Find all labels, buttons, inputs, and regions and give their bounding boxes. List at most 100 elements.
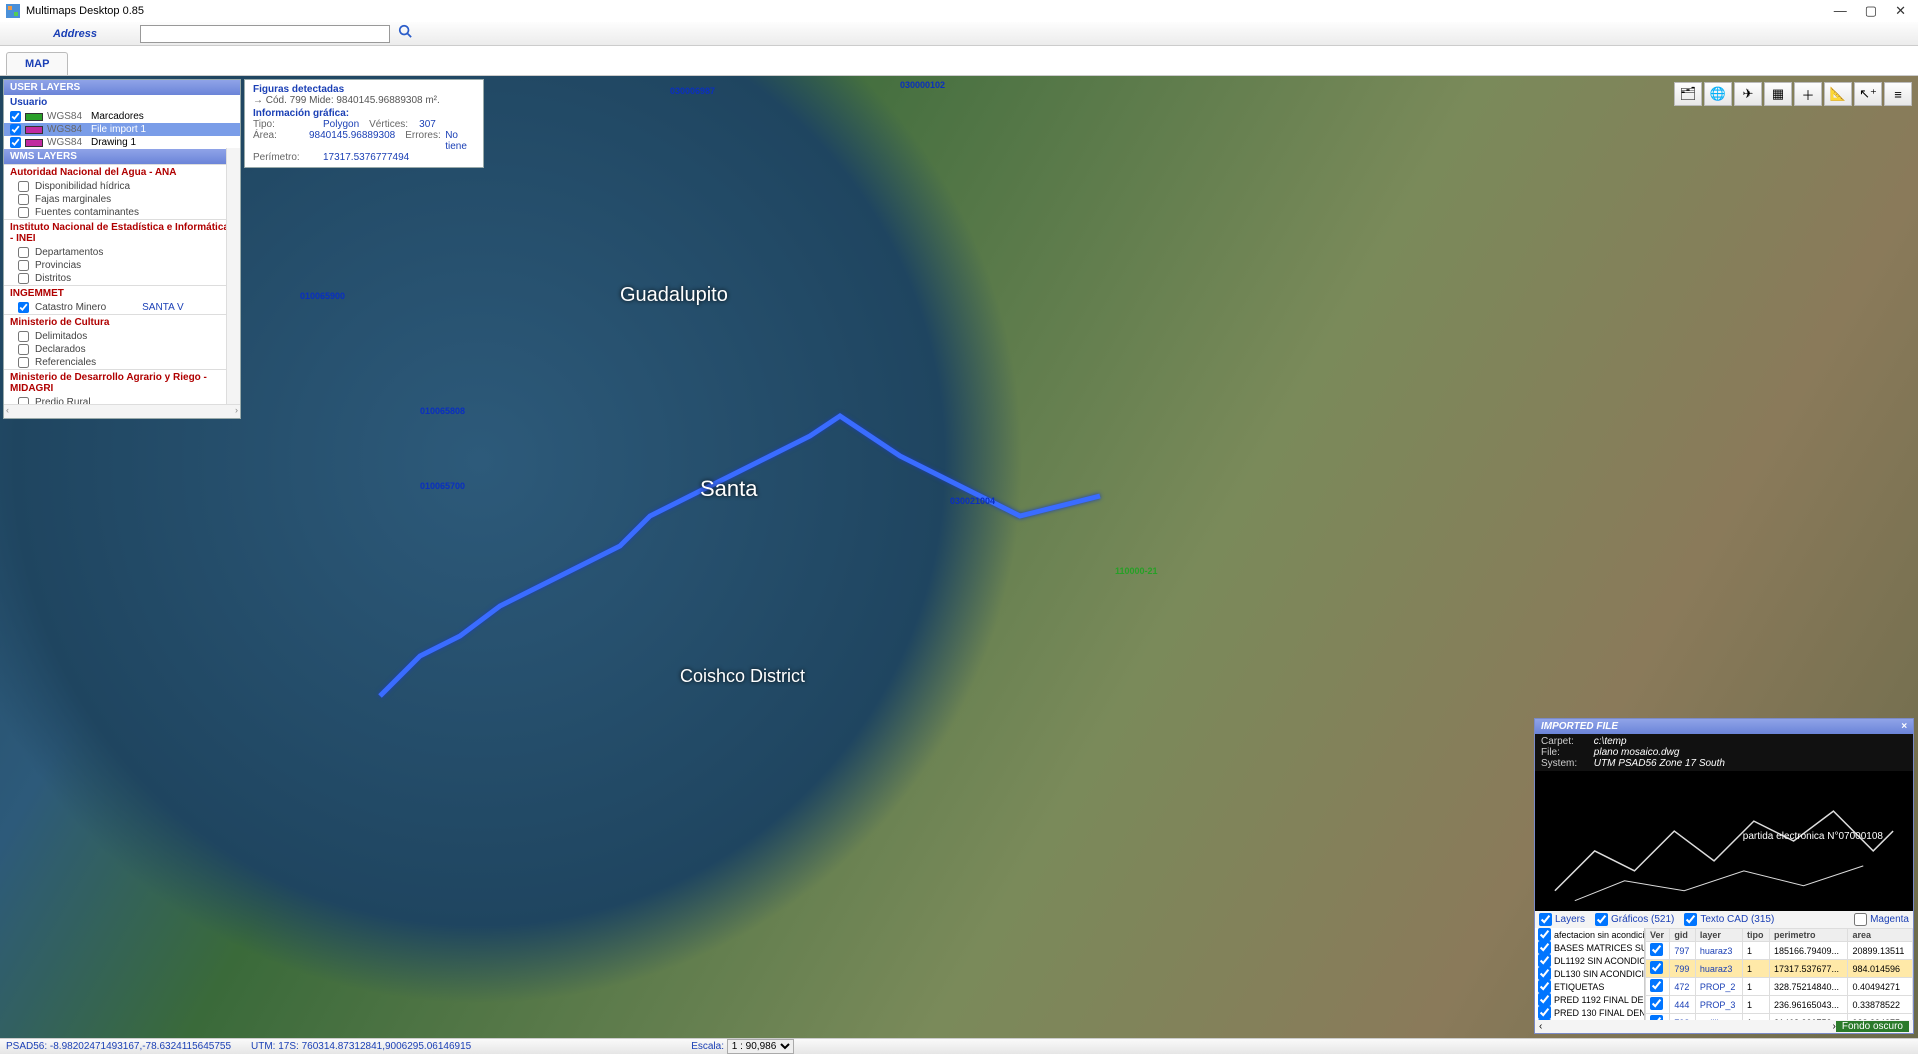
- row-checkbox[interactable]: [1650, 979, 1663, 992]
- cell-gid: 797: [1670, 942, 1695, 960]
- table-row[interactable]: 472 PROP_2 1 328.75214840... 0.40494271: [1646, 978, 1913, 996]
- table-header[interactable]: area: [1848, 929, 1913, 942]
- imp-layer-checkbox[interactable]: [1538, 993, 1551, 1006]
- imp-layer-checkbox[interactable]: [1538, 1019, 1551, 1020]
- user-layer-row[interactable]: WGS84 Marcadores: [4, 110, 240, 123]
- row-checkbox[interactable]: [1650, 1015, 1663, 1020]
- imp-layer-checkbox[interactable]: [1538, 928, 1551, 941]
- cell-layer: huaraz3: [1695, 942, 1742, 960]
- wms-checkbox[interactable]: [18, 273, 29, 284]
- wms-item[interactable]: Declarados: [4, 343, 240, 356]
- minimize-button[interactable]: —: [1834, 3, 1847, 19]
- user-layer-row[interactable]: WGS84 File import 1: [4, 123, 240, 136]
- user-layer-row[interactable]: WGS84 Drawing 1: [4, 136, 240, 149]
- search-icon[interactable]: [398, 24, 412, 43]
- close-button[interactable]: ✕: [1895, 3, 1906, 19]
- toggle-graficos[interactable]: Gráficos (521): [1595, 913, 1674, 926]
- table-header[interactable]: Ver: [1646, 929, 1670, 942]
- wms-label: Departamentos: [35, 247, 103, 258]
- imported-layer-item[interactable]: afectacion sin acondicion: [1535, 928, 1644, 941]
- wms-item[interactable]: Catastro MineroSANTA V: [4, 301, 240, 314]
- wms-checkbox[interactable]: [18, 397, 29, 404]
- cursor-icon[interactable]: ↖⁺: [1854, 82, 1882, 106]
- imported-layer-item[interactable]: PRED 130 FINAL DENEGA: [1535, 1006, 1644, 1019]
- imp-layer-label: DL130 SIN ACONDICION: [1554, 969, 1644, 979]
- table-row[interactable]: 798 trujillo 1 21468.330753... 928.39437…: [1646, 1014, 1913, 1021]
- wms-checkbox[interactable]: [18, 302, 29, 313]
- parcel-code: 030021004: [950, 496, 995, 506]
- wms-item[interactable]: Predio Rural: [4, 396, 240, 404]
- row-checkbox[interactable]: [1650, 997, 1663, 1010]
- menu-icon[interactable]: ≡: [1884, 82, 1912, 106]
- plane-icon[interactable]: ✈: [1734, 82, 1762, 106]
- table-header[interactable]: layer: [1695, 929, 1742, 942]
- wms-checkbox[interactable]: [18, 247, 29, 258]
- wms-checkbox[interactable]: [18, 344, 29, 355]
- info-k: Perímetro:: [253, 152, 323, 163]
- cell-perimetro: 17317.537677...: [1770, 960, 1848, 978]
- imp-layer-checkbox[interactable]: [1538, 1006, 1551, 1019]
- scale-select[interactable]: 1 : 90,986: [727, 1039, 794, 1054]
- hscroll[interactable]: ‹›: [4, 404, 240, 418]
- wms-checkbox[interactable]: [18, 331, 29, 342]
- imported-layer-item[interactable]: DL130 SIN ACONDICION: [1535, 967, 1644, 980]
- close-icon[interactable]: ×: [1901, 721, 1907, 732]
- layer-checkbox[interactable]: [10, 111, 21, 122]
- info-v: 9840145.96889308: [309, 130, 395, 152]
- wms-checkbox[interactable]: [18, 260, 29, 271]
- maximize-button[interactable]: ▢: [1865, 3, 1877, 19]
- wms-item[interactable]: Departamentos: [4, 246, 240, 259]
- wms-checkbox[interactable]: [18, 207, 29, 218]
- imported-layer-item[interactable]: BASES MATRICES SUNAR: [1535, 941, 1644, 954]
- wms-item[interactable]: Provincias: [4, 259, 240, 272]
- wms-checkbox[interactable]: [18, 194, 29, 205]
- imported-layer-item[interactable]: PRED 1192 FINAL DENEG: [1535, 993, 1644, 1006]
- imp-layer-checkbox[interactable]: [1538, 980, 1551, 993]
- imp-layer-checkbox[interactable]: [1538, 967, 1551, 980]
- wms-item[interactable]: Disponibilidad hídrica: [4, 180, 240, 193]
- wms-checkbox[interactable]: [18, 357, 29, 368]
- imported-layer-item[interactable]: ETIQUETAS: [1535, 980, 1644, 993]
- window-title: Multimaps Desktop 0.85: [26, 5, 144, 17]
- grid-icon[interactable]: ▦: [1764, 82, 1792, 106]
- cell-layer: trujillo: [1695, 1014, 1742, 1021]
- cell-layer: PROP_2: [1695, 978, 1742, 996]
- wms-item[interactable]: Delimitados: [4, 330, 240, 343]
- wms-item[interactable]: Fuentes contaminantes: [4, 206, 240, 219]
- table-row[interactable]: 444 PROP_3 1 236.96165043... 0.33878522: [1646, 996, 1913, 1014]
- table-header[interactable]: tipo: [1743, 929, 1770, 942]
- layer-checkbox[interactable]: [10, 124, 21, 135]
- table-header[interactable]: gid: [1670, 929, 1695, 942]
- cad-preview[interactable]: partida electronica N°07000108: [1535, 771, 1913, 911]
- place-label: Guadalupito: [620, 284, 728, 307]
- table-row[interactable]: 799 huaraz3 1 17317.537677... 984.014596: [1646, 960, 1913, 978]
- wms-group-title: Autoridad Nacional del Agua - ANA: [4, 164, 240, 180]
- toggle-layers[interactable]: Layers: [1539, 913, 1585, 926]
- footer-badge[interactable]: Fondo oscuro: [1836, 1021, 1909, 1032]
- add-icon[interactable]: ＋: [1794, 82, 1822, 106]
- table-header[interactable]: perimetro: [1770, 929, 1848, 942]
- toggle-texto[interactable]: Texto CAD (315): [1684, 913, 1774, 926]
- wms-item[interactable]: Fajas marginales: [4, 193, 240, 206]
- wms-item[interactable]: Distritos: [4, 272, 240, 285]
- layer-checkbox[interactable]: [10, 137, 21, 148]
- ruler-icon[interactable]: 📐: [1824, 82, 1852, 106]
- cell-area: 928.394375: [1848, 1014, 1913, 1021]
- address-input[interactable]: [140, 25, 390, 43]
- row-checkbox[interactable]: [1650, 961, 1663, 974]
- imported-table[interactable]: Vergidlayertipoperimetroarea 797 huaraz3…: [1645, 928, 1913, 1020]
- table-row[interactable]: 797 huaraz3 1 185166.79409... 20899.1351…: [1646, 942, 1913, 960]
- toggle-magenta[interactable]: Magenta: [1854, 913, 1909, 926]
- imp-layer-checkbox[interactable]: [1538, 954, 1551, 967]
- layers-icon[interactable]: 🗂: [1674, 82, 1702, 106]
- globe-icon[interactable]: 🌐: [1704, 82, 1732, 106]
- vscroll[interactable]: [226, 148, 240, 404]
- imported-layer-item[interactable]: PREDIOS SANEADOS PRO: [1535, 1019, 1644, 1020]
- imp-layer-checkbox[interactable]: [1538, 941, 1551, 954]
- tab-map[interactable]: MAP: [6, 52, 68, 75]
- row-checkbox[interactable]: [1650, 943, 1663, 956]
- imported-layer-list[interactable]: afectacion sin acondicionBASES MATRICES …: [1535, 928, 1645, 1020]
- wms-item[interactable]: Referenciales: [4, 356, 240, 369]
- wms-checkbox[interactable]: [18, 181, 29, 192]
- imported-layer-item[interactable]: DL1192 SIN ACONDICION: [1535, 954, 1644, 967]
